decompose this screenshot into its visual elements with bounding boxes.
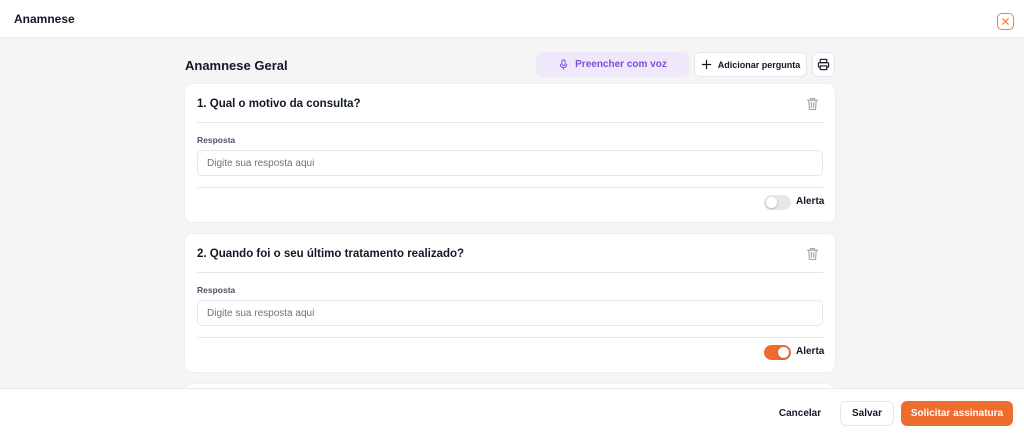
divider — [197, 272, 823, 273]
delete-question-button[interactable] — [806, 247, 819, 266]
plus-icon — [701, 59, 711, 70]
add-question-label: Adicionar pergunta — [717, 59, 801, 70]
printer-icon — [817, 58, 830, 71]
microphone-icon — [559, 59, 568, 70]
voice-fill-button[interactable]: Preencher com voz — [536, 52, 689, 77]
save-button[interactable]: Salvar — [840, 401, 894, 426]
toggle-knob — [778, 347, 789, 358]
close-icon — [1002, 18, 1009, 25]
trash-icon — [806, 98, 819, 111]
question-card: 1. Qual o motivo da consulta? Resposta A… — [185, 84, 835, 222]
question-title: 2. Quando foi o seu último tratamento re… — [197, 248, 465, 260]
print-button[interactable] — [812, 52, 835, 77]
request-signature-button[interactable]: Solicitar assinatura — [901, 401, 1013, 426]
question-card: 2. Quando foi o seu último tratamento re… — [185, 234, 835, 372]
question-title: 1. Qual o motivo da consulta? — [197, 98, 361, 110]
divider — [197, 122, 823, 123]
trash-icon — [806, 248, 819, 261]
answer-input[interactable] — [197, 300, 823, 326]
delete-question-button[interactable] — [806, 97, 819, 116]
voice-fill-label: Preencher com voz — [575, 59, 667, 70]
add-question-button[interactable]: Adicionar pergunta — [694, 52, 807, 77]
answer-label: Resposta — [197, 135, 236, 145]
modal-title: Anamnese — [14, 12, 75, 26]
close-button[interactable] — [997, 13, 1014, 30]
divider — [197, 337, 823, 338]
answer-input[interactable] — [197, 150, 823, 176]
toggle-knob — [766, 197, 777, 208]
modal-footer: Cancelar Salvar Solicitar assinatura — [0, 388, 1024, 433]
section-title: Anamnese Geral — [185, 58, 288, 73]
alert-label: Alerta — [796, 346, 825, 357]
divider — [197, 187, 823, 188]
cancel-button[interactable]: Cancelar — [768, 401, 832, 426]
alert-toggle[interactable] — [764, 195, 791, 210]
alert-label: Alerta — [796, 196, 825, 207]
alert-toggle[interactable] — [764, 345, 791, 360]
answer-label: Resposta — [197, 285, 236, 295]
modal-header: Anamnese — [0, 0, 1024, 38]
